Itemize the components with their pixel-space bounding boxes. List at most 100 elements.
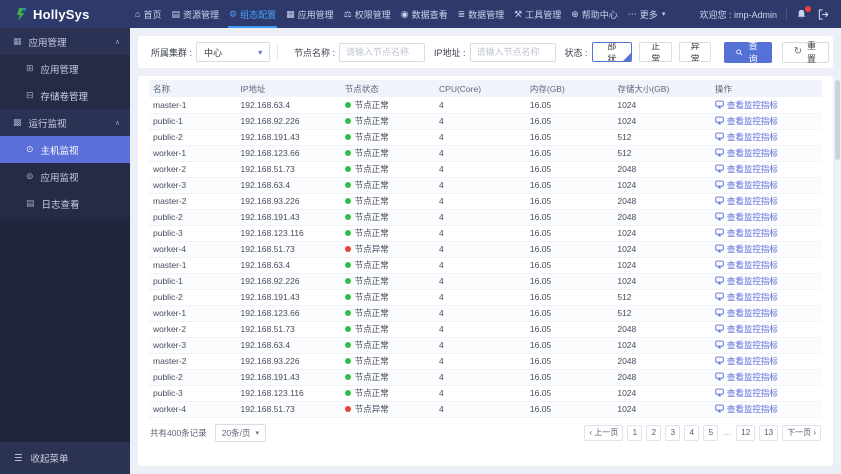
app-item-icon: ⊞ — [26, 63, 34, 73]
ip-input[interactable] — [469, 42, 556, 62]
view-metrics-link[interactable]: 查看监控指标 — [715, 291, 778, 303]
cell-memory: 16.05 — [525, 193, 614, 210]
page-button-2[interactable]: 2 — [646, 424, 662, 441]
nav-item-data-view[interactable]: ◉ 数据查看 — [396, 0, 453, 28]
nav-item-data-manage[interactable]: ≣ 数据管理 — [453, 0, 510, 28]
status-text: 节点正常 — [354, 292, 389, 302]
sidebar-spacer — [0, 217, 130, 442]
scrollbar[interactable] — [835, 78, 840, 464]
collapse-menu-button[interactable]: ☰ 收起菜单 — [0, 442, 130, 474]
sidebar-menu: ▦ 应用管理 ∧ ⊞ 应用管理 ⊟ 存储卷管理 ▩ 运行监视 ∧ ⊙ 主机监视 ⊚ 应用监视 ▤ 日志查看 — [0, 28, 130, 217]
nav-item-more[interactable]: ⋯ 更多 ▾ — [623, 0, 671, 28]
scrollbar-thumb[interactable] — [835, 80, 840, 160]
prev-page-button[interactable]: ‹ 上一页 — [584, 424, 624, 441]
node-name-input[interactable] — [339, 42, 426, 62]
page-button-1[interactable]: 1 — [627, 424, 643, 441]
cell-action: 查看监控指标 — [710, 337, 822, 354]
view-metrics-link[interactable]: 查看监控指标 — [715, 131, 778, 143]
view-metrics-link[interactable]: 查看监控指标 — [715, 243, 778, 255]
status-text: 节点正常 — [354, 276, 389, 286]
view-metrics-link[interactable]: 查看监控指标 — [715, 355, 778, 367]
cell-storage: 1024 — [613, 273, 711, 290]
view-metrics-link[interactable]: 查看监控指标 — [715, 195, 778, 207]
status-filter-normal[interactable]: 正常 — [639, 42, 672, 62]
view-metrics-link[interactable]: 查看监控指标 — [715, 227, 778, 239]
status-dot-icon — [344, 406, 351, 412]
reset-button[interactable]: ↻ 重置 — [781, 41, 830, 64]
cluster-select[interactable]: 中心 ▾ — [196, 42, 271, 62]
nav-item-config-manage[interactable]: ⚙ 组态配置 — [224, 0, 281, 28]
nav-item-help-center[interactable]: ⊕ 帮助中心 — [566, 0, 623, 28]
sidebar-item-log-view[interactable]: ▤ 日志查看 — [0, 190, 130, 217]
view-metrics-link[interactable]: 查看监控指标 — [715, 387, 778, 399]
notification-bell-icon[interactable] — [796, 5, 811, 20]
view-metrics-link[interactable]: 查看监控指标 — [715, 211, 778, 223]
logo: HollySys — [0, 7, 130, 22]
view-metrics-link[interactable]: 查看监控指标 — [715, 371, 778, 383]
cell-ip: 192.168.123.116 — [236, 385, 341, 402]
topbar: HollySys ⌂ 首页 ▤ 资源管理 ⚙ 组态配置 ▦ 应用管理 ⚖ 权限管理 ◉ 数据查看 ≣ 数据… — [0, 0, 841, 28]
status-filter-all[interactable]: 全部状态 — [591, 42, 633, 62]
cell-ip: 192.168.51.73 — [236, 241, 341, 258]
page-button-4[interactable]: 4 — [684, 424, 700, 441]
status-dot-icon — [344, 342, 351, 348]
cell-status: 节点正常 — [340, 273, 436, 290]
view-metrics-label: 查看监控指标 — [726, 131, 778, 142]
view-metrics-label: 查看监控指标 — [726, 243, 778, 254]
cell-storage: 2048 — [613, 321, 711, 338]
page-button-5[interactable]: 5 — [703, 424, 719, 441]
cell-ip: 192.168.93.226 — [236, 193, 341, 210]
page-button-12[interactable]: 12 — [736, 424, 756, 441]
view-metrics-link[interactable]: 查看监控指标 — [715, 163, 778, 175]
search-button[interactable]: 查询 — [723, 41, 772, 64]
cell-status: 节点正常 — [340, 177, 436, 194]
sidebar-item-app-manage[interactable]: ⊞ 应用管理 — [0, 55, 130, 82]
sidebar-item-app-monitor[interactable]: ⊚ 应用监视 — [0, 163, 130, 190]
status-text: 节点正常 — [354, 196, 389, 206]
cell-status: 节点正常 — [340, 353, 436, 370]
status-dot-icon — [344, 358, 351, 364]
hamburger-icon: ☰ — [14, 452, 23, 464]
logout-icon[interactable] — [818, 8, 829, 20]
view-metrics-link[interactable]: 查看监控指标 — [715, 179, 778, 191]
nav-item-app-manage[interactable]: ▦ 应用管理 — [281, 0, 339, 28]
view-metrics-link[interactable]: 查看监控指标 — [715, 403, 778, 415]
sidebar-item-storage-volume[interactable]: ⊟ 存储卷管理 — [0, 82, 130, 109]
cell-name: public-1 — [149, 273, 237, 290]
page-button-3[interactable]: 3 — [665, 424, 681, 441]
nav-item-permission-manage[interactable]: ⚖ 权限管理 — [339, 0, 396, 28]
sidebar-section-run-monitor[interactable]: ▩ 运行监视 ∧ — [0, 109, 130, 136]
view-metrics-link[interactable]: 查看监控指标 — [715, 147, 778, 159]
nav-item-tool-manage[interactable]: ⚒ 工具管理 — [509, 0, 566, 28]
view-metrics-label: 查看监控指标 — [726, 355, 778, 366]
view-metrics-link[interactable]: 查看监控指标 — [715, 115, 778, 127]
column-header: 存储大小(GB) — [613, 80, 711, 97]
next-page-button[interactable]: 下一页 › — [782, 424, 821, 441]
status-filter-abnormal[interactable]: 异常 — [678, 42, 711, 62]
cell-action: 查看监控指标 — [710, 161, 822, 178]
cell-cpu: 4 — [435, 401, 526, 418]
view-metrics-label: 查看监控指标 — [726, 323, 778, 334]
status-dot-icon — [344, 101, 351, 108]
table-row: master-1 192.168.63.4 节点正常 4 16.05 1024 查看监控指标 — [149, 97, 822, 114]
cell-storage: 1024 — [613, 257, 711, 274]
status-badge: 节点正常 — [344, 131, 431, 143]
cluster-label: 所属集群 : — [151, 47, 193, 58]
view-metrics-link[interactable]: 查看监控指标 — [715, 339, 778, 351]
page-button-13[interactable]: 13 — [759, 424, 779, 441]
nav-item-label: 数据查看 — [411, 9, 448, 20]
view-metrics-link[interactable]: 查看监控指标 — [715, 323, 778, 335]
view-metrics-link[interactable]: 查看监控指标 — [715, 275, 778, 287]
status-text: 节点正常 — [354, 132, 389, 142]
cell-memory: 16.05 — [525, 353, 614, 370]
sidebar-section-app-manage[interactable]: ▦ 应用管理 ∧ — [0, 28, 130, 55]
view-metrics-link[interactable]: 查看监控指标 — [715, 99, 778, 111]
nav-item-home[interactable]: ⌂ 首页 — [130, 0, 166, 28]
view-metrics-link[interactable]: 查看监控指标 — [715, 307, 778, 319]
sidebar-item-host-monitor[interactable]: ⊙ 主机监视 — [0, 136, 130, 163]
cell-storage: 2048 — [613, 193, 711, 210]
nav-item-resource-manage[interactable]: ▤ 资源管理 — [166, 0, 224, 28]
page-size-select[interactable]: 20条/页 ▾ — [214, 423, 267, 442]
view-metrics-link[interactable]: 查看监控指标 — [715, 259, 778, 271]
status-badge: 节点正常 — [344, 371, 431, 383]
